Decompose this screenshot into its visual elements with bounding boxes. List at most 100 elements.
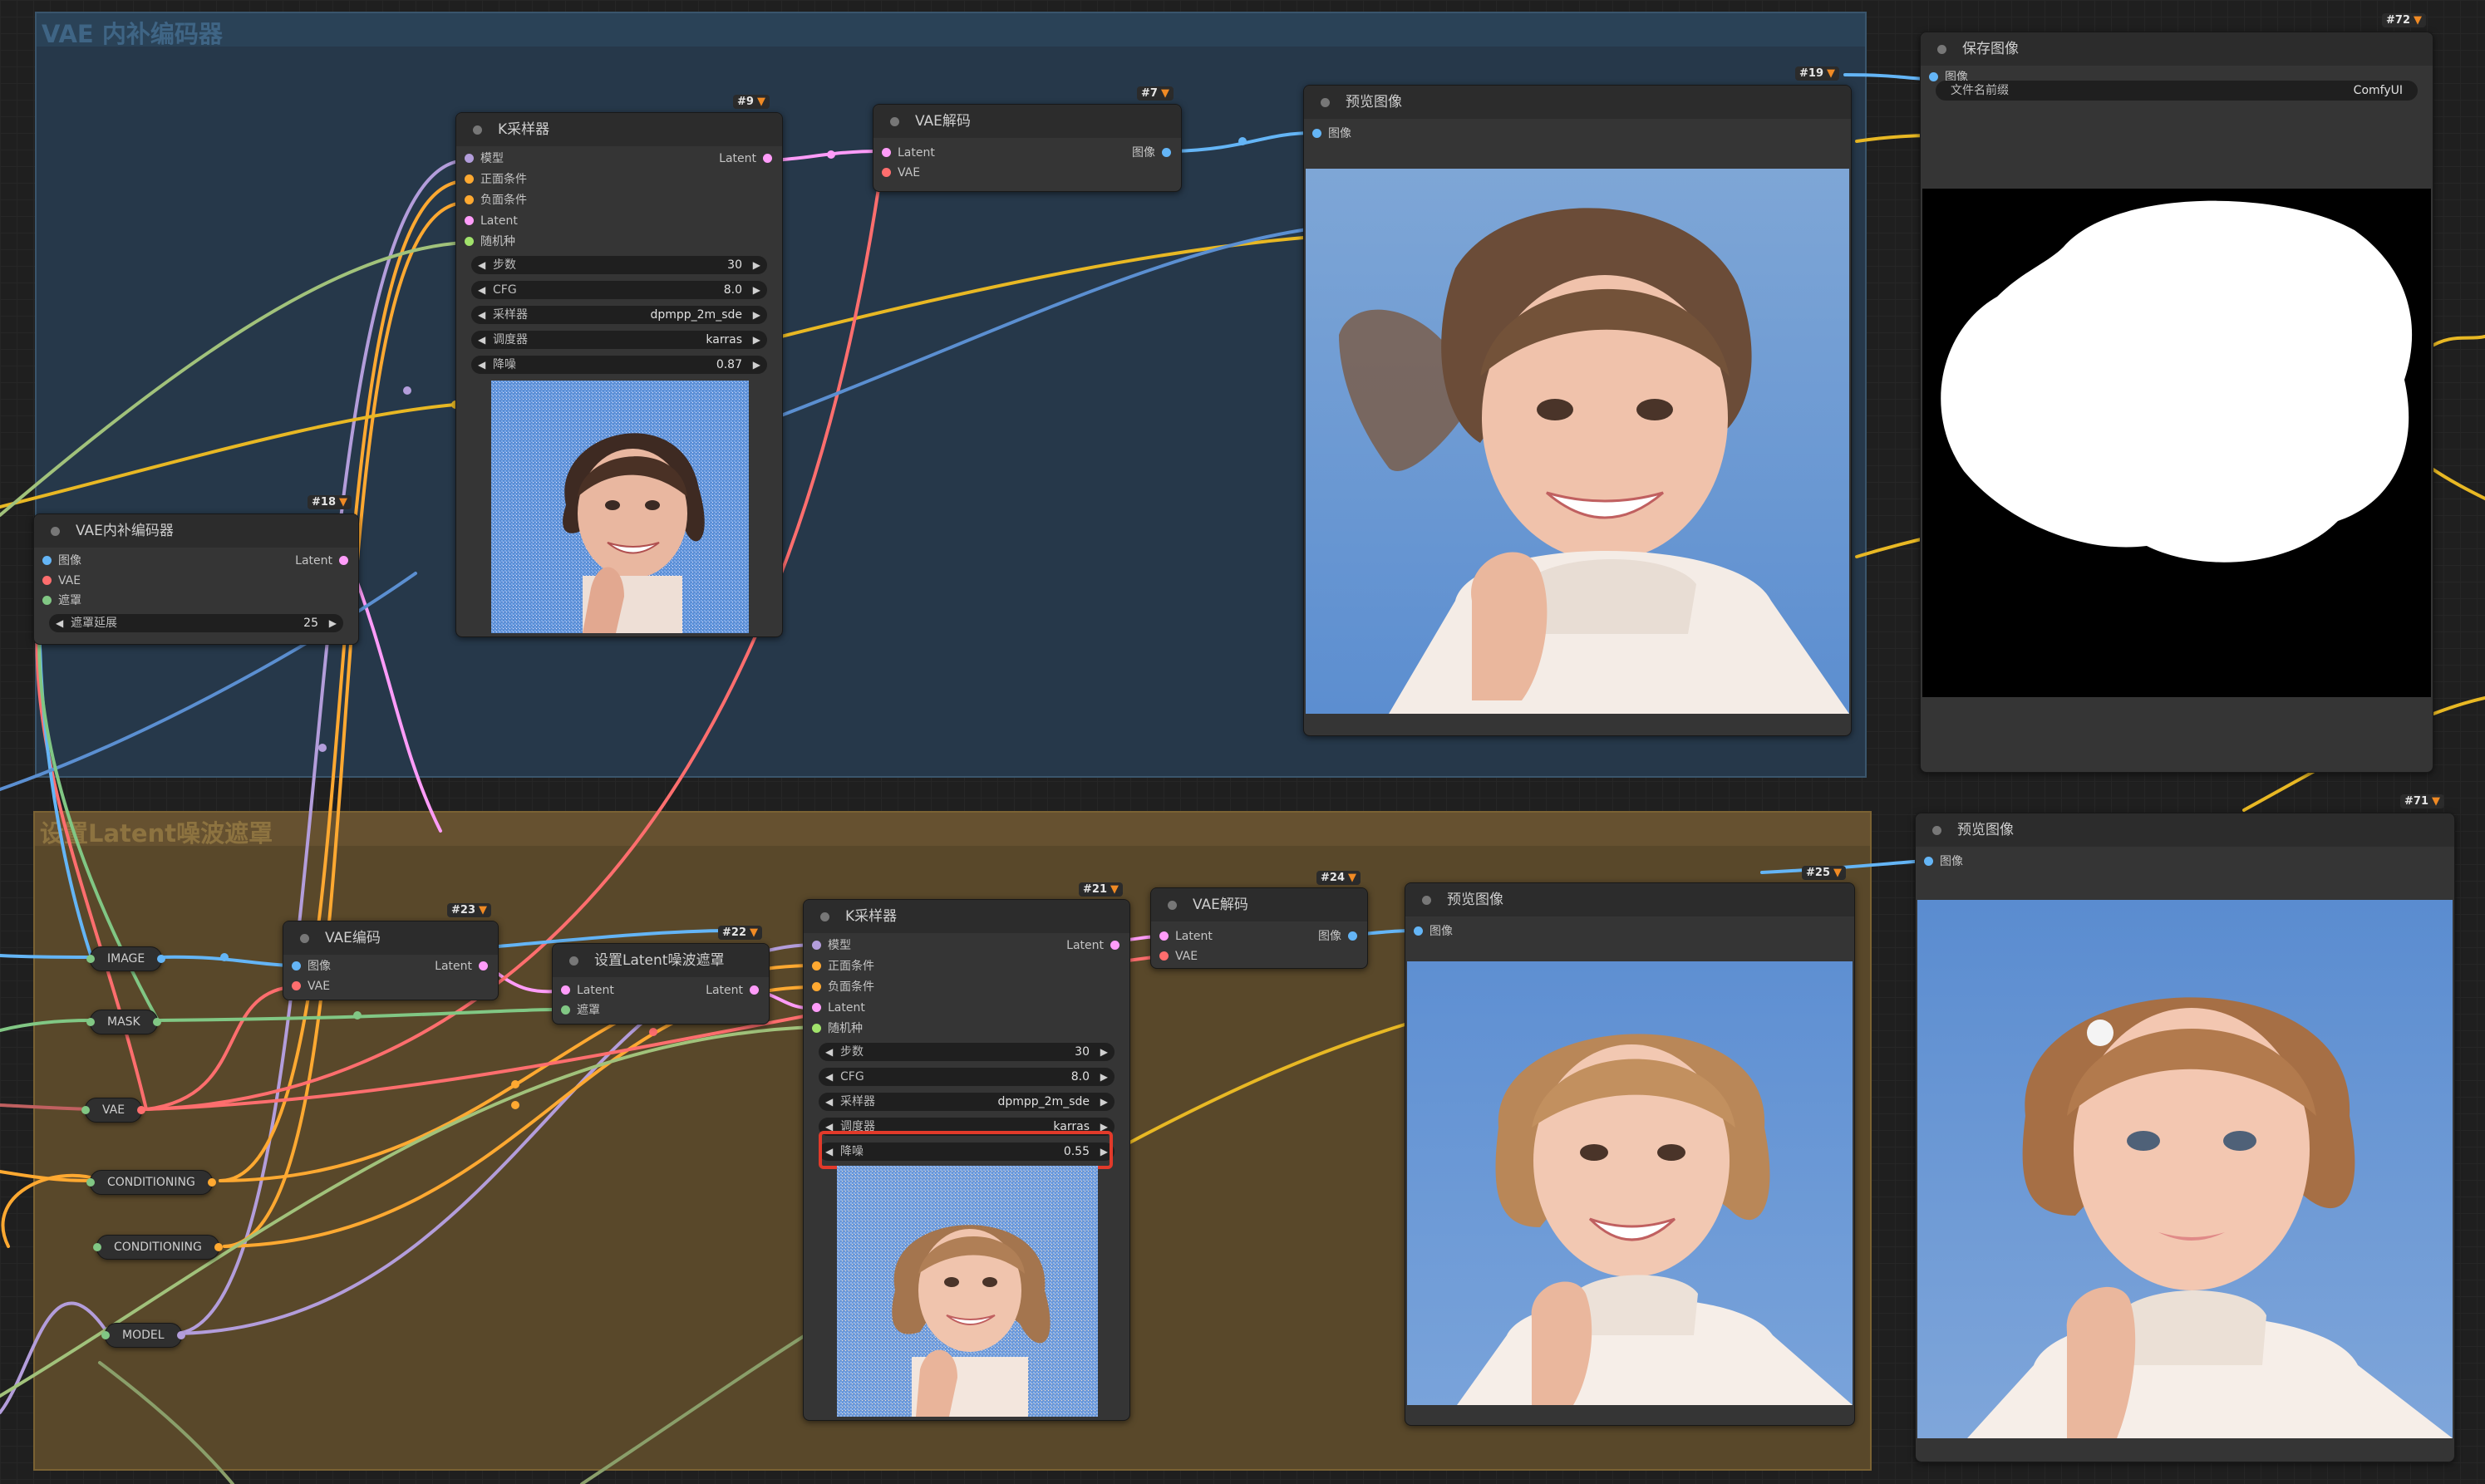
reroute-conditioning-positive[interactable]: CONDITIONING bbox=[86, 1170, 216, 1195]
triangle-left-icon: ◀ bbox=[825, 1046, 834, 1058]
reroute-mask[interactable]: MASK bbox=[86, 1010, 161, 1034]
triangle-right-icon: ▶ bbox=[752, 359, 760, 371]
fox-icon: ▼ bbox=[2431, 795, 2440, 808]
input-image[interactable]: 图像 bbox=[1312, 125, 1351, 142]
node-badge: #23 ▼ bbox=[447, 903, 491, 917]
input-model[interactable]: 模型 bbox=[812, 937, 851, 954]
preview-image-result-2 bbox=[1407, 961, 1853, 1405]
input-seed[interactable]: 随机种 bbox=[465, 233, 515, 250]
input-latent[interactable]: Latent bbox=[882, 145, 935, 161]
triangle-left-icon: ◀ bbox=[825, 1071, 834, 1083]
node-title[interactable]: VAE解码 bbox=[1151, 888, 1367, 921]
input-mask[interactable]: 遮罩 bbox=[42, 592, 81, 609]
node-badge: #18 ▼ bbox=[308, 495, 352, 509]
input-vae[interactable]: VAE bbox=[42, 572, 81, 589]
vae-inpaint-encoder-node[interactable]: VAE内补编码器 图像 VAE 遮罩 Latent ◀ 遮罩延展 25 ▶ bbox=[33, 514, 359, 645]
input-vae[interactable]: VAE bbox=[882, 165, 920, 181]
preview-image-node-1[interactable]: 预览图像 图像 bbox=[1303, 85, 1852, 736]
node-title[interactable]: 预览图像 bbox=[1304, 86, 1851, 119]
group-header[interactable] bbox=[37, 13, 1865, 47]
reroute-conditioning-negative[interactable]: CONDITIONING bbox=[93, 1235, 223, 1260]
node-title[interactable]: VAE解码 bbox=[873, 105, 1181, 138]
triangle-right-icon: ▶ bbox=[752, 284, 760, 296]
input-negative[interactable]: 负面条件 bbox=[465, 192, 527, 209]
node-title[interactable]: VAE编码 bbox=[283, 921, 498, 955]
node-title[interactable]: 保存图像 bbox=[1921, 32, 2433, 66]
vae-decode-node-1[interactable]: VAE解码 Latent VAE 图像 bbox=[873, 104, 1182, 192]
node-title[interactable]: 设置Latent噪波遮罩 bbox=[553, 944, 769, 977]
input-latent[interactable]: Latent bbox=[561, 982, 614, 999]
fox-icon: ▼ bbox=[749, 926, 758, 939]
preview-image-node-2[interactable]: 预览图像 图像 bbox=[1405, 882, 1855, 1426]
node-badge: #9 ▼ bbox=[733, 95, 770, 109]
fox-icon: ▼ bbox=[478, 904, 487, 916]
node-badge: #21 ▼ bbox=[1079, 882, 1123, 897]
triangle-left-icon: ◀ bbox=[825, 1096, 834, 1108]
input-latent[interactable]: Latent bbox=[812, 1000, 865, 1016]
triangle-right-icon: ▶ bbox=[1100, 1071, 1108, 1083]
output-image[interactable]: 图像 bbox=[1318, 928, 1357, 945]
input-vae[interactable]: VAE bbox=[292, 978, 330, 995]
output-latent[interactable]: Latent bbox=[295, 553, 348, 569]
output-latent[interactable]: Latent bbox=[435, 958, 488, 975]
set-latent-noise-mask-node[interactable]: 设置Latent噪波遮罩 Latent 遮罩 Latent bbox=[552, 943, 770, 1025]
output-image[interactable]: 图像 bbox=[1132, 145, 1171, 161]
input-model[interactable]: 模型 bbox=[465, 150, 504, 167]
input-latent[interactable]: Latent bbox=[465, 213, 518, 229]
triangle-right-icon: ▶ bbox=[752, 334, 760, 346]
triangle-left-icon: ◀ bbox=[478, 359, 486, 371]
node-title[interactable]: K采样器 bbox=[456, 113, 782, 146]
output-latent[interactable]: Latent bbox=[706, 982, 759, 999]
output-latent[interactable]: Latent bbox=[719, 150, 772, 167]
input-image[interactable]: 图像 bbox=[1414, 923, 1453, 940]
input-image[interactable]: 图像 bbox=[292, 958, 331, 975]
input-seed[interactable]: 随机种 bbox=[812, 1020, 863, 1037]
fox-icon: ▼ bbox=[1160, 87, 1169, 100]
fox-icon: ▼ bbox=[1826, 67, 1835, 80]
preview-image-node-3[interactable]: 预览图像 图像 bbox=[1915, 813, 2455, 1462]
triangle-right-icon: ▶ bbox=[752, 259, 760, 271]
widget-denoise[interactable]: ◀ 降噪 0.87 ▶ bbox=[471, 356, 767, 374]
fox-icon: ▼ bbox=[756, 96, 765, 108]
input-vae[interactable]: VAE bbox=[1159, 948, 1198, 965]
triangle-left-icon: ◀ bbox=[478, 259, 486, 271]
node-title[interactable]: VAE内补编码器 bbox=[34, 514, 358, 548]
widget-steps[interactable]: ◀ 步数 30 ▶ bbox=[819, 1043, 1115, 1061]
input-image[interactable]: 图像 bbox=[42, 553, 81, 569]
widget-cfg[interactable]: ◀ CFG 8.0 ▶ bbox=[471, 281, 767, 299]
ksampler-node-1[interactable]: K采样器 模型 正面条件 负面条件 Latent 随机种 Latent ◀ 步数 3… bbox=[455, 112, 783, 637]
fox-icon: ▼ bbox=[1833, 867, 1842, 879]
group-header[interactable] bbox=[35, 813, 1870, 846]
node-title[interactable]: 预览图像 bbox=[1916, 813, 2454, 847]
widget-cfg[interactable]: ◀ CFG 8.0 ▶ bbox=[819, 1068, 1115, 1086]
vae-decode-node-2[interactable]: VAE解码 Latent VAE 图像 bbox=[1150, 887, 1368, 969]
node-title[interactable]: 预览图像 bbox=[1405, 883, 1854, 916]
widget-scheduler[interactable]: ◀ 调度器 karras ▶ bbox=[471, 331, 767, 349]
reroute-vae[interactable]: VAE bbox=[81, 1098, 146, 1123]
input-latent[interactable]: Latent bbox=[1159, 928, 1213, 945]
node-badge: #19 ▼ bbox=[1795, 66, 1839, 81]
input-negative[interactable]: 负面条件 bbox=[812, 979, 874, 995]
triangle-left-icon: ◀ bbox=[56, 617, 64, 629]
input-positive[interactable]: 正面条件 bbox=[812, 958, 874, 975]
filename-prefix-field[interactable]: 文件名前缀 ComfyUI bbox=[1936, 81, 2418, 101]
denoise-highlight-box bbox=[819, 1131, 1113, 1169]
input-positive[interactable]: 正面条件 bbox=[465, 171, 527, 188]
triangle-right-icon: ▶ bbox=[1100, 1096, 1108, 1108]
node-title[interactable]: K采样器 bbox=[804, 900, 1129, 933]
reroute-model[interactable]: MODEL bbox=[101, 1323, 185, 1348]
input-mask[interactable]: 遮罩 bbox=[561, 1002, 600, 1019]
output-latent[interactable]: Latent bbox=[1066, 937, 1119, 954]
widget-sampler[interactable]: ◀ 采样器 dpmpp_2m_sde ▶ bbox=[819, 1093, 1115, 1111]
widget-sampler[interactable]: ◀ 采样器 dpmpp_2m_sde ▶ bbox=[471, 306, 767, 324]
widget-grow-mask[interactable]: ◀ 遮罩延展 25 ▶ bbox=[49, 614, 343, 632]
widget-steps[interactable]: ◀ 步数 30 ▶ bbox=[471, 256, 767, 274]
save-image-node[interactable]: 保存图像 图像 文件名前缀 ComfyUI bbox=[1920, 32, 2433, 773]
vae-encode-node[interactable]: VAE编码 图像 VAE Latent bbox=[283, 921, 499, 1000]
reroute-image[interactable]: IMAGE bbox=[86, 946, 166, 971]
triangle-left-icon: ◀ bbox=[478, 284, 486, 296]
input-image[interactable]: 图像 bbox=[1924, 853, 1963, 870]
ksampler-node-2[interactable]: K采样器 模型 正面条件 负面条件 Latent 随机种 Latent ◀ 步数 3… bbox=[803, 899, 1130, 1421]
node-badge: #22 ▼ bbox=[718, 926, 762, 940]
fox-icon: ▼ bbox=[1110, 883, 1119, 896]
